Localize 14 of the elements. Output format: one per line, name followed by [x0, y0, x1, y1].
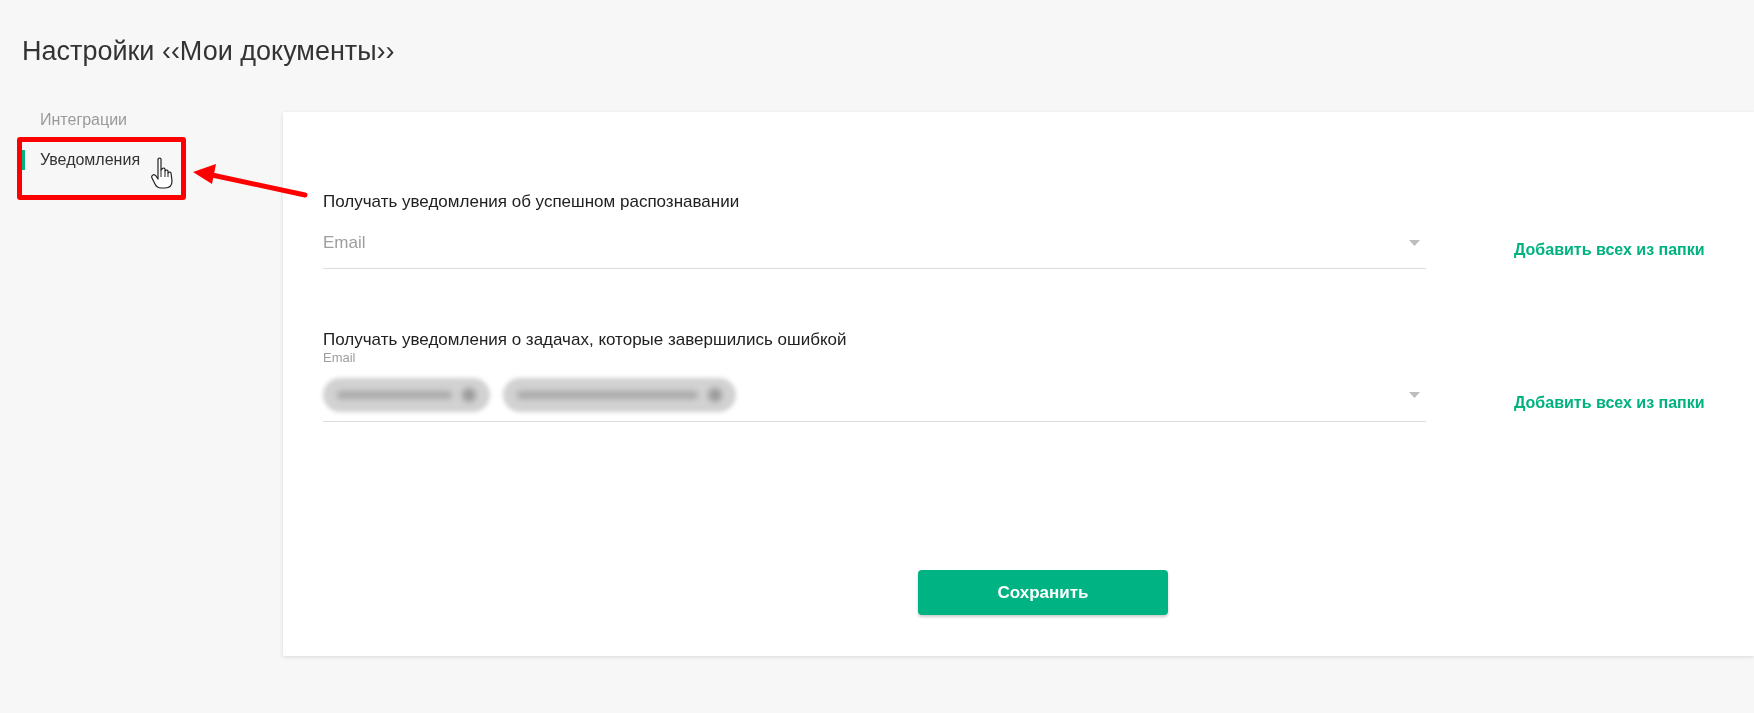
floating-label: Email	[323, 351, 356, 364]
add-all-from-folder-link[interactable]: Добавить всех из папки	[1514, 240, 1705, 260]
sidebar-item[interactable]: Интеграции	[22, 100, 132, 140]
email-select-field[interactable]: Email	[323, 214, 1426, 269]
page-title: Настройки ‹‹Мои документы››	[22, 35, 395, 67]
hand-cursor-icon	[151, 157, 174, 189]
placeholder-text: Email	[323, 232, 366, 254]
field-label: Получать уведомления об успешном распознавании	[323, 191, 740, 213]
dropdown-caret-icon[interactable]	[1409, 240, 1420, 246]
sidebar-item[interactable]: Уведомления	[22, 140, 145, 180]
save-button[interactable]: Сохранить	[918, 570, 1168, 615]
add-all-from-folder-link[interactable]: Добавить всех из папки	[1514, 393, 1705, 413]
field-label: Получать уведомления о задачах, которые завершились ошибкой	[323, 329, 847, 351]
dropdown-caret-icon[interactable]	[1409, 391, 1420, 398]
